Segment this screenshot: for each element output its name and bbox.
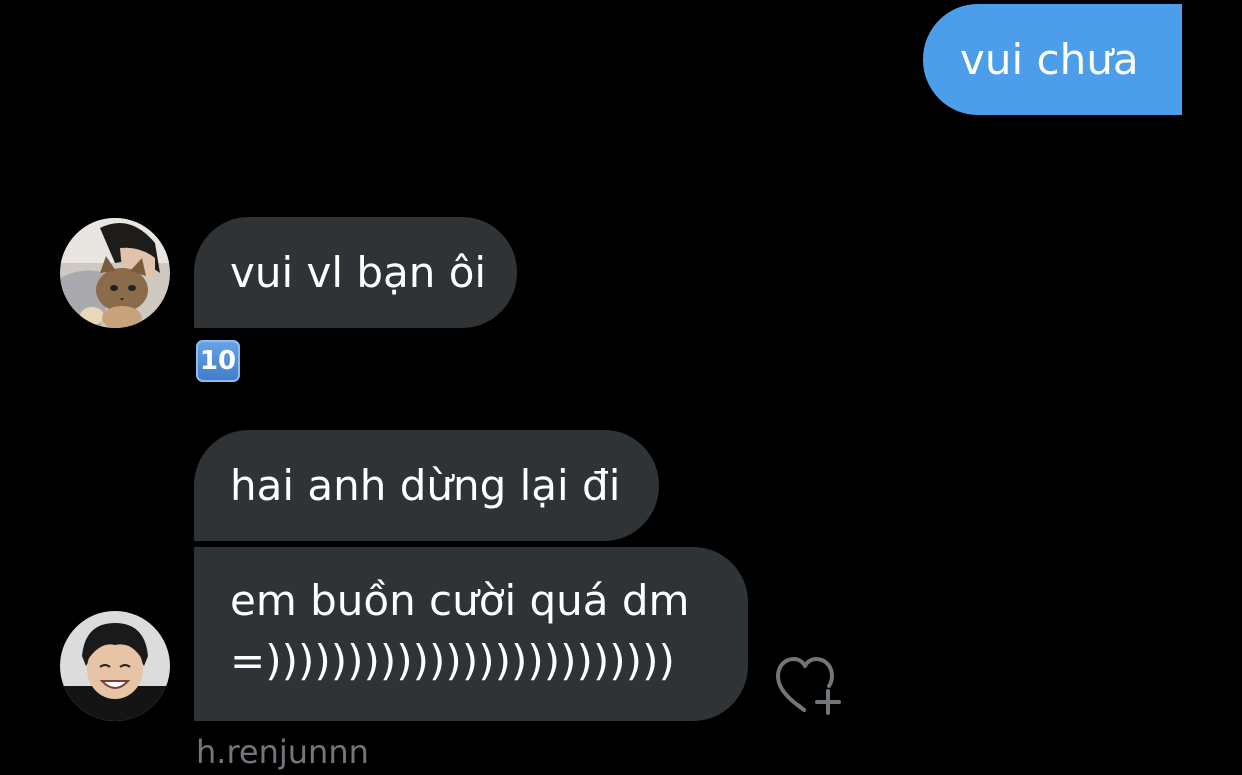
message-text-line: em buồn cười quá dm xyxy=(230,576,690,625)
message-text: vui chưa xyxy=(960,35,1139,84)
keycap-ten-emoji-icon: 10 xyxy=(196,340,240,382)
dm-conversation: vui chưa vui vl bạn ôi 10 hai anh dừng l… xyxy=(0,0,1242,775)
message-text: vui vl bạn ôi xyxy=(230,248,487,297)
incoming-message-bubble[interactable]: vui vl bạn ôi xyxy=(194,217,517,328)
avatar-photo-cat xyxy=(60,218,170,328)
message-reaction[interactable]: 10 xyxy=(196,340,240,382)
avatar-photo-person xyxy=(60,611,170,721)
message-text: hai anh dừng lại đi xyxy=(230,461,621,510)
sender-info: h.renjunnn xyxy=(196,733,369,771)
incoming-message-bubble[interactable]: hai anh dừng lại đi xyxy=(194,430,659,541)
message-text-line: =))))))))))))))))))))))))) xyxy=(230,636,675,685)
avatar[interactable] xyxy=(60,611,170,721)
outgoing-message-bubble[interactable]: vui chưa xyxy=(923,4,1182,115)
sender-username[interactable]: h.renjunnn xyxy=(196,733,369,771)
avatar[interactable] xyxy=(60,218,170,328)
incoming-message-bubble[interactable]: em buồn cười quá dm =)))))))))))))))))))… xyxy=(194,547,748,721)
heart-plus-icon[interactable] xyxy=(772,654,848,718)
